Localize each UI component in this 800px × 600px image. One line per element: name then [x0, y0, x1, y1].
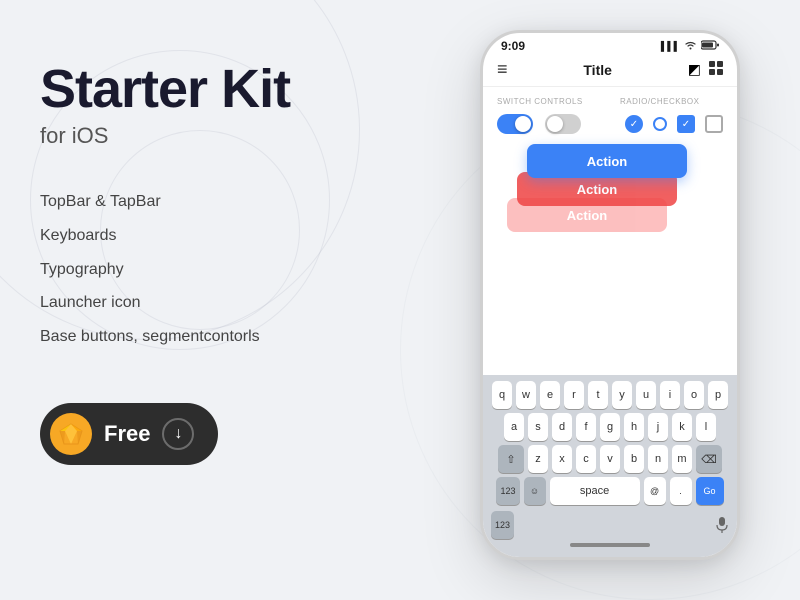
home-indicator — [570, 543, 650, 547]
status-icons: ▌▌▌ — [661, 40, 719, 53]
keyboard-area: q w e r t y u i o p a s d f g h j k — [483, 375, 737, 557]
key-j[interactable]: j — [648, 413, 668, 441]
key-g[interactable]: g — [600, 413, 620, 441]
key-row-1: q w e r t y u i o p — [487, 381, 733, 409]
key-r[interactable]: r — [564, 381, 584, 409]
nav-right-icons: ◩ — [688, 61, 723, 78]
list-item: TopBar & TapBar — [40, 185, 420, 219]
phone-notch — [560, 33, 660, 55]
list-item: Typography — [40, 253, 420, 287]
page-subtitle: for iOS — [40, 123, 420, 149]
key-s[interactable]: s — [528, 413, 548, 441]
radio-label: RADIO/CHECKBOX — [620, 97, 723, 106]
key-period[interactable]: . — [670, 477, 692, 505]
checkbox-empty[interactable] — [705, 115, 723, 133]
key-delete[interactable]: ⌫ — [696, 445, 722, 473]
key-123[interactable]: 123 — [496, 477, 519, 505]
list-item: Launcher icon — [40, 286, 420, 320]
battery-icon — [701, 40, 719, 53]
download-button[interactable]: ↓ — [162, 418, 194, 450]
left-panel: Starter Kit for iOS TopBar & TapBar Keyb… — [40, 60, 420, 465]
phone-mockup: 9:09 ▌▌▌ ≡ Title ◩ — [450, 10, 770, 600]
key-row-3: ⇧ z x c v b n m ⌫ — [487, 445, 733, 473]
buttons-area: Action Action Action — [497, 144, 723, 244]
nav-title: Title — [583, 62, 612, 78]
key-y[interactable]: y — [612, 381, 632, 409]
key-v[interactable]: v — [600, 445, 620, 473]
action-button-blue[interactable]: Action — [527, 144, 687, 178]
key-space[interactable]: space — [550, 477, 640, 505]
radio-filled[interactable]: ✓ — [625, 115, 643, 133]
key-k[interactable]: k — [672, 413, 692, 441]
toggle-knob — [515, 116, 531, 132]
sketch-icon — [50, 413, 92, 455]
action-label-red: Action — [577, 182, 617, 197]
switch-label: SWITCH CONTROLS — [497, 97, 600, 106]
key-h[interactable]: h — [624, 413, 644, 441]
list-item: Keyboards — [40, 219, 420, 253]
key-p[interactable]: p — [708, 381, 728, 409]
key-x[interactable]: x — [552, 445, 572, 473]
phone-frame: 9:09 ▌▌▌ ≡ Title ◩ — [480, 30, 740, 560]
checkbox-filled[interactable]: ✓ — [677, 115, 695, 133]
key-a[interactable]: a — [504, 413, 524, 441]
key-o[interactable]: o — [684, 381, 704, 409]
radio-empty[interactable] — [653, 117, 667, 131]
action-label-blue: Action — [587, 154, 627, 169]
key-e[interactable]: e — [540, 381, 560, 409]
key-w[interactable]: w — [516, 381, 536, 409]
key-u[interactable]: u — [636, 381, 656, 409]
toggle-knob-off — [547, 116, 563, 132]
nav-icon-2 — [709, 61, 723, 78]
nav-icon-1: ◩ — [688, 61, 701, 78]
key-row-2: a s d f g h j k l — [487, 413, 733, 441]
page-title: Starter Kit — [40, 60, 420, 119]
key-q[interactable]: q — [492, 381, 512, 409]
phone-content: SWITCH CONTROLS RADIO/CHECKBOX ✓ ✓ — [483, 87, 737, 260]
nav-left-icon: ≡ — [497, 59, 508, 80]
mic-icon — [715, 511, 729, 539]
key-go[interactable]: Go — [696, 477, 724, 505]
controls-row: ✓ ✓ — [497, 114, 723, 134]
key-emoji[interactable]: ☺ — [524, 477, 546, 505]
key-123-2[interactable]: 123 — [491, 511, 514, 539]
key-z[interactable]: z — [528, 445, 548, 473]
key-at[interactable]: @ — [644, 477, 666, 505]
key-l[interactable]: l — [696, 413, 716, 441]
key-row-4: 123 ☺ space @ . Go — [487, 477, 733, 505]
signal-icon: ▌▌▌ — [661, 41, 680, 51]
free-badge[interactable]: Free ↓ — [40, 403, 218, 465]
toggle-on[interactable] — [497, 114, 533, 134]
list-item: Base buttons, segmentcontorls — [40, 320, 420, 354]
key-row-5: 123 — [487, 509, 733, 539]
key-m[interactable]: m — [672, 445, 692, 473]
key-n[interactable]: n — [648, 445, 668, 473]
free-label: Free — [104, 421, 150, 447]
status-time: 9:09 — [501, 39, 525, 53]
feature-list: TopBar & TapBar Keyboards Typography Lau… — [40, 185, 420, 353]
key-f[interactable]: f — [576, 413, 596, 441]
download-icon: ↓ — [174, 425, 182, 443]
key-i[interactable]: i — [660, 381, 680, 409]
key-c[interactable]: c — [576, 445, 596, 473]
key-t[interactable]: t — [588, 381, 608, 409]
key-b[interactable]: b — [624, 445, 644, 473]
action-label-pink: Action — [567, 208, 607, 223]
wifi-icon — [684, 40, 697, 53]
key-d[interactable]: d — [552, 413, 572, 441]
toggle-off[interactable] — [545, 114, 581, 134]
nav-bar: ≡ Title ◩ — [483, 55, 737, 87]
key-shift[interactable]: ⇧ — [498, 445, 524, 473]
section-labels: SWITCH CONTROLS RADIO/CHECKBOX — [497, 97, 723, 106]
